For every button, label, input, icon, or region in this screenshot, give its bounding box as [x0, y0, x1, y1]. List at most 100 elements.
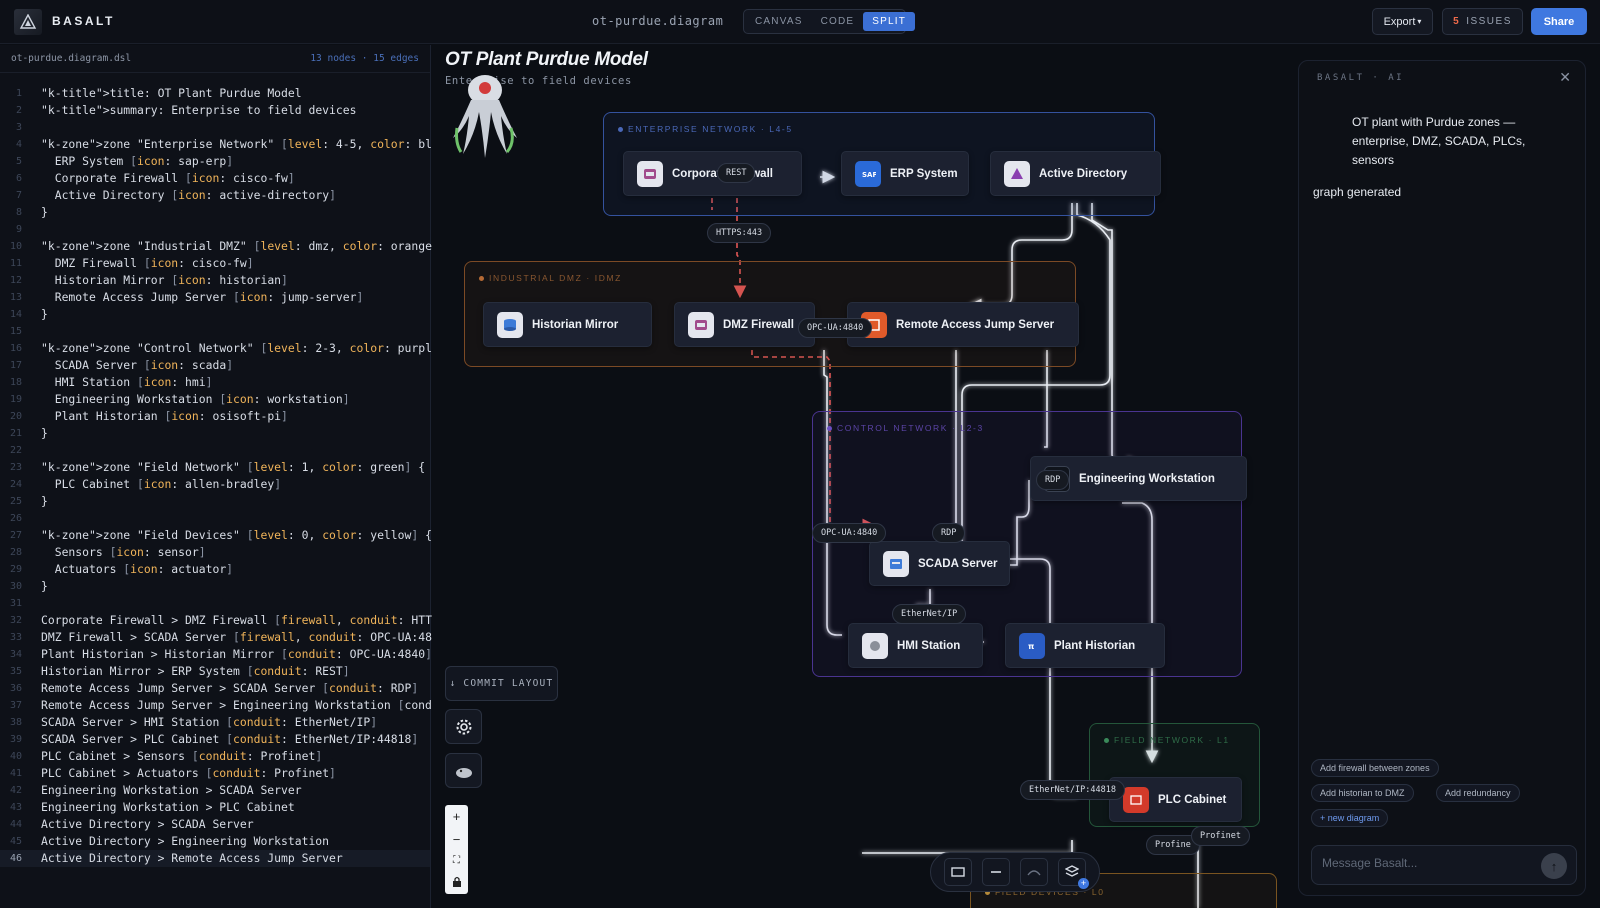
conduit-https[interactable]: HTTPS:443 [707, 223, 772, 243]
code-line[interactable]: 20 Plant Historian [icon: osisoft-pi] [0, 408, 430, 425]
code-line[interactable]: 1 "k-title">title: OT Plant Purdue Model [0, 85, 430, 102]
conduit-opcua-dmz[interactable]: OPC-UA:4840 [798, 318, 873, 338]
share-button[interactable]: Share [1531, 8, 1587, 35]
curve-tool-button[interactable] [1020, 858, 1048, 886]
code-line[interactable]: 29 Actuators [icon: actuator] [0, 561, 430, 578]
code-line[interactable]: 35 Historian Mirror > ERP System [conduit… [0, 663, 430, 680]
conduit-opcua-ctrl[interactable]: OPC-UA:4840 [812, 523, 887, 543]
conduit-profinet-2[interactable]: Profinet [1191, 826, 1250, 846]
code-line[interactable]: 27 "k-zone">zone "Field Devices" [level: … [0, 527, 432, 544]
suggestion-chip[interactable]: Add firewall between zones [1311, 759, 1439, 777]
line-text: } [41, 494, 48, 508]
code-line[interactable]: 11 DMZ Firewall [icon: cisco-fw] [0, 255, 430, 272]
code-line[interactable]: 7 Active Directory [icon: active-directo… [0, 187, 430, 204]
line-number: 43 [9, 802, 22, 813]
conduit-rdp-jump[interactable]: RDP [932, 523, 966, 543]
node-plant-historian[interactable]: π Plant Historian [1005, 623, 1165, 668]
view-mode-switch: CANVAS CODE SPLIT [743, 9, 916, 34]
commit-layout-button[interactable]: ↓ COMMIT LAYOUT [445, 666, 558, 701]
code-line[interactable]: 34 Plant Historian > Historian Mirror [co… [0, 646, 432, 663]
diagram-canvas[interactable]: ENTERPRISE NETWORK · L4-5 INDUSTRIAL DMZ… [432, 45, 1300, 908]
node-active-directory[interactable]: Active Directory [990, 151, 1161, 196]
node-jump-server[interactable]: Remote Access Jump Server [847, 302, 1079, 347]
code-line[interactable]: 30} [0, 578, 430, 595]
close-icon[interactable]: ✕ [1559, 69, 1571, 86]
suggestion-chip[interactable]: Add redundancy [1436, 784, 1520, 802]
line-text: SCADA Server [icon: scada] [41, 358, 234, 372]
code-line[interactable]: 4 "k-zone">zone "Enterprise Network" [lev… [0, 136, 466, 153]
code-line[interactable]: 45 Active Directory > Engineering Worksta… [0, 833, 430, 850]
layers-icon[interactable]: + [1058, 858, 1089, 889]
node-scada-server[interactable]: SCADA Server [869, 541, 1010, 586]
code-line[interactable]: 28 Sensors [icon: sensor] [0, 544, 430, 561]
line-text: Plant Historian [icon: osisoft-pi] [41, 409, 288, 423]
settings-gear-button[interactable] [445, 709, 482, 744]
line-tool-button[interactable] [982, 858, 1010, 886]
code-line[interactable]: 39 SCADA Server > PLC Cabinet [conduit: E… [0, 731, 430, 748]
code-line[interactable]: 38 SCADA Server > HMI Station [conduit: E… [0, 714, 430, 731]
node-historian-mirror[interactable]: Historian Mirror [483, 302, 652, 347]
node-corporate-firewall[interactable]: Corporate Firewall [623, 151, 802, 196]
code-line[interactable]: 25} [0, 493, 430, 510]
rectangle-tool-button[interactable] [944, 858, 972, 886]
code-line[interactable]: 22 [0, 442, 430, 459]
code-line[interactable]: 41 PLC Cabinet > Actuators [conduit: Prof… [0, 765, 430, 782]
code-line[interactable]: 3 [0, 119, 430, 136]
code-line[interactable]: 12 Historian Mirror [icon: historian] [0, 272, 430, 289]
basalt-logo-icon[interactable] [14, 9, 42, 35]
code-line[interactable]: 8} [0, 204, 430, 221]
code-line[interactable]: 24 PLC Cabinet [icon: allen-bradley] [0, 476, 430, 493]
code-line[interactable]: 2 "k-title">summary: Enterprise to field … [0, 102, 430, 119]
code-line[interactable]: 10 "k-zone">zone "Industrial DMZ" [level:… [0, 238, 453, 255]
code-line[interactable]: 46 Active Directory > Remote Access Jump … [0, 850, 430, 867]
code-line[interactable]: 18 HMI Station [icon: hmi] [0, 374, 430, 391]
code-line[interactable]: 16 "k-zone">zone "Control Network" [level… [0, 340, 459, 357]
suggestion-chip[interactable]: Add historian to DMZ [1311, 784, 1414, 802]
code-line[interactable]: 43 Engineering Workstation > PLC Cabinet [0, 799, 430, 816]
code-line[interactable]: 9 [0, 221, 430, 238]
fit-view-button[interactable]: ⛶ [453, 856, 460, 866]
node-hmi-station[interactable]: HMI Station [848, 623, 983, 668]
node-erp-system[interactable]: SAP ERP System [841, 151, 969, 196]
conduit-rest[interactable]: REST [717, 163, 756, 183]
mode-split-tab[interactable]: SPLIT [863, 12, 916, 31]
node-label: Historian Mirror [532, 318, 619, 331]
code-line[interactable]: 15 [0, 323, 430, 340]
code-line[interactable]: 40 PLC Cabinet > Sensors [conduit: Profin… [0, 748, 430, 765]
lock-button[interactable] [452, 876, 462, 889]
new-diagram-chip[interactable]: + new diagram [1311, 809, 1389, 827]
code-line[interactable]: 36 Remote Access Jump Server > SCADA Serv… [0, 680, 430, 697]
code-line[interactable]: 23 "k-zone">zone "Field Network" [level: … [0, 459, 430, 476]
code-line[interactable]: 32 Corporate Firewall > DMZ Firewall [fir… [0, 612, 446, 629]
issues-button[interactable]: 5 ISSUES [1442, 8, 1523, 35]
code-line[interactable]: 44 Active Directory > SCADA Server [0, 816, 430, 833]
avatar-mode-button[interactable] [445, 753, 482, 788]
code-line[interactable]: 26 [0, 510, 430, 527]
code-line[interactable]: 21} [0, 425, 430, 442]
zoom-in-button[interactable]: + [453, 810, 461, 823]
node-dmz-firewall[interactable]: DMZ Firewall [674, 302, 815, 347]
code-line[interactable]: 17 SCADA Server [icon: scada] [0, 357, 430, 374]
code-line[interactable]: 33 DMZ Firewall > SCADA Server [firewall,… [0, 629, 446, 646]
export-button[interactable]: Export ▾ [1372, 8, 1433, 35]
code-line[interactable]: 14} [0, 306, 430, 323]
conduit-rdp-ews[interactable]: RDP [1036, 470, 1070, 490]
code-lines[interactable]: 1 "k-title">title: OT Plant Purdue Model 2… [0, 85, 466, 867]
send-button[interactable]: ↑ [1541, 853, 1567, 879]
code-line[interactable]: 6 Corporate Firewall [icon: cisco-fw] [0, 170, 430, 187]
node-plc-cabinet[interactable]: PLC Cabinet [1109, 777, 1242, 822]
code-line[interactable]: 13 Remote Access Jump Server [icon: jump… [0, 289, 430, 306]
code-line[interactable]: 37 Remote Access Jump Server > Engineerin… [0, 697, 446, 714]
code-line[interactable]: 5 ERP System [icon: sap-erp] [0, 153, 430, 170]
line-text: Remote Access Jump Server [icon: jump-se… [41, 290, 364, 304]
code-line[interactable]: 19 Engineering Workstation [icon: workst… [0, 391, 430, 408]
zoom-out-button[interactable]: − [453, 833, 461, 846]
conduit-ethernetip-44818[interactable]: EtherNet/IP:44818 [1020, 780, 1125, 800]
code-line[interactable]: 42 Engineering Workstation > SCADA Server [0, 782, 430, 799]
message-input[interactable] [1322, 856, 1522, 870]
code-line[interactable]: 31 [0, 595, 430, 612]
conduit-ethernetip[interactable]: EtherNet/IP [892, 604, 967, 624]
mode-canvas-tab[interactable]: CANVAS [746, 12, 812, 31]
mode-code-tab[interactable]: CODE [812, 12, 864, 31]
document-filename[interactable]: ot-purdue.diagram [592, 14, 723, 28]
